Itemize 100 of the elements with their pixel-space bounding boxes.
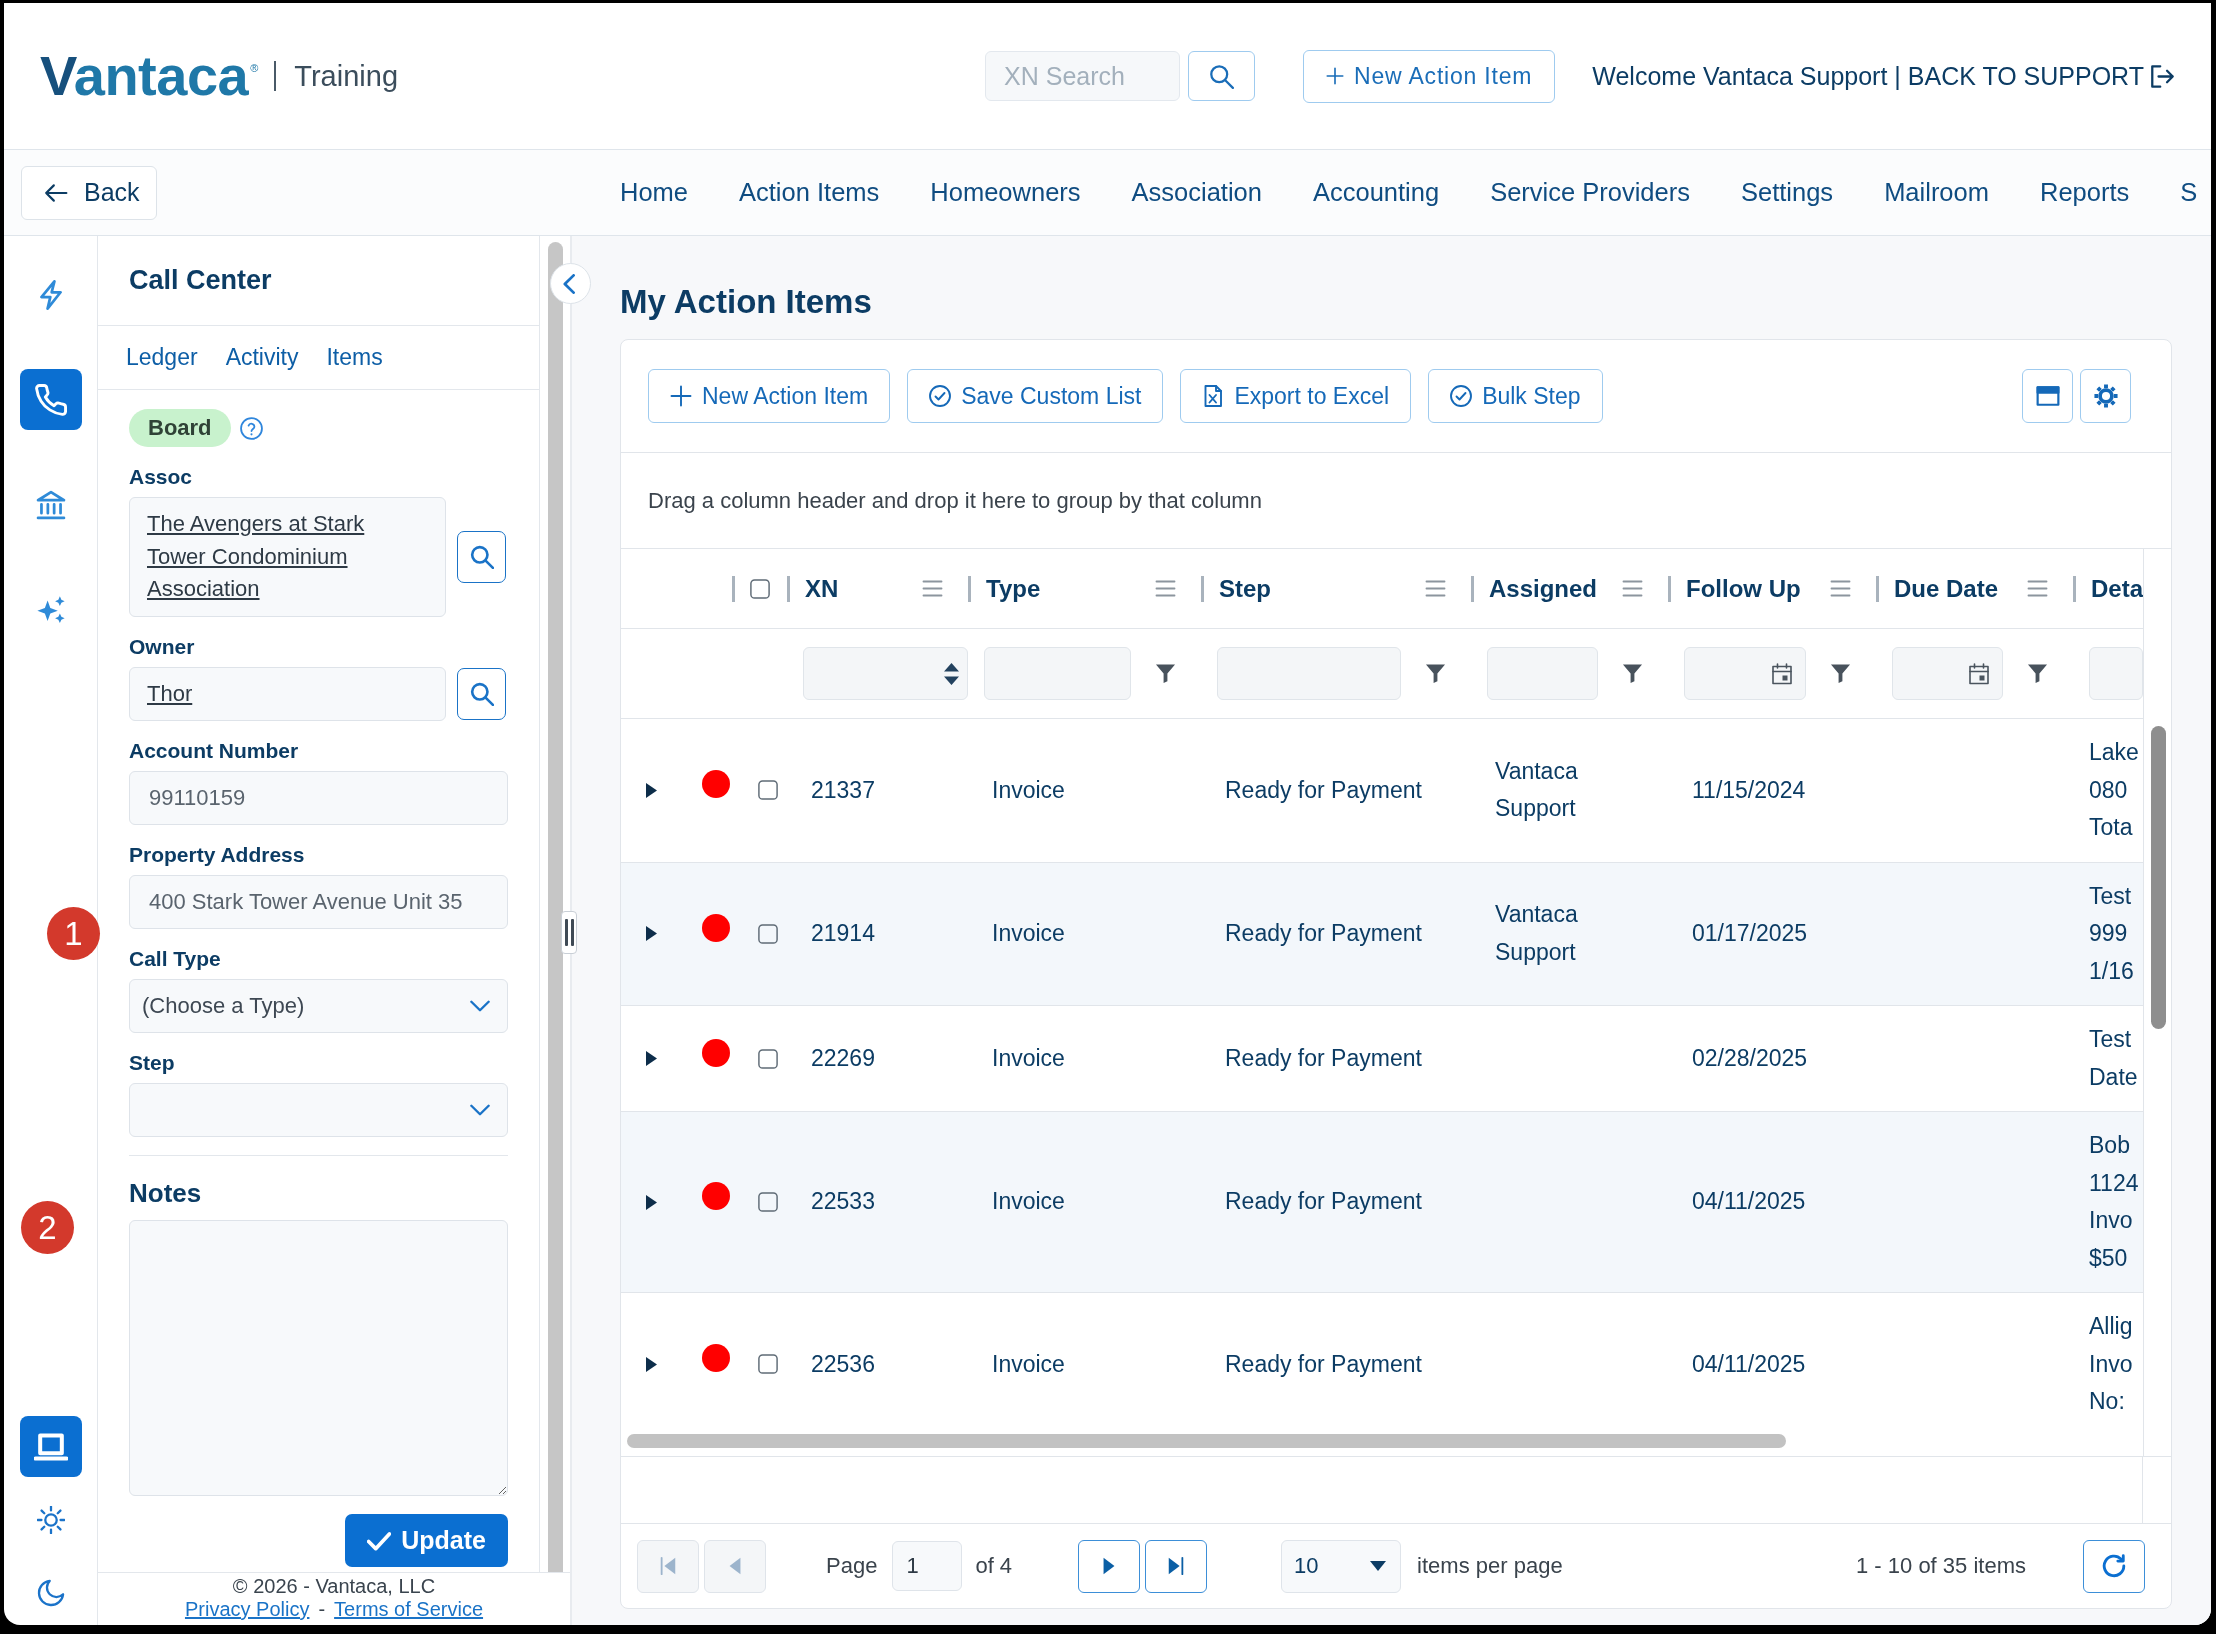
splitter-handle[interactable] [561, 911, 577, 954]
column-header[interactable]: Due Date [1894, 574, 1999, 603]
row-checkbox[interactable] [758, 780, 778, 801]
caret-icon[interactable] [646, 926, 657, 942]
page-size-dropdown[interactable]: 10 [1281, 1539, 1402, 1593]
text-field[interactable]: 400 Stark Tower Avenue Unit 35 [129, 875, 508, 929]
table-cell: 11/15/2024 [1692, 776, 1806, 803]
column-header[interactable]: Deta [2091, 574, 2143, 603]
back-button[interactable]: Back [21, 165, 157, 220]
caret-icon[interactable] [646, 1356, 657, 1372]
moon-icon[interactable] [36, 1578, 65, 1607]
caret-icon[interactable] [646, 1051, 657, 1066]
bank-icon[interactable] [35, 489, 66, 520]
column-menu-icon[interactable] [922, 580, 943, 597]
page-number-field[interactable]: 1 [892, 1541, 963, 1591]
footer-link[interactable]: Privacy Policy [184, 1598, 310, 1621]
filter-icon[interactable] [1155, 663, 1176, 684]
caret-icon[interactable] [646, 1194, 657, 1210]
back-to-support-link[interactable]: BACK TO SUPPORT [1907, 61, 2144, 91]
nav-link[interactable]: Reports [2040, 178, 2130, 207]
horizontal-scrollbar[interactable] [627, 1434, 1786, 1448]
nav-link[interactable]: Service Providers [1490, 178, 1690, 207]
notes-field[interactable] [129, 1220, 508, 1496]
column-menu-icon[interactable] [2027, 580, 2048, 597]
column-header[interactable]: XN [805, 574, 839, 603]
select-all-checkbox[interactable] [750, 578, 770, 599]
column-header[interactable]: Step [1219, 574, 1271, 603]
lookup-field[interactable]: The Avengers at Stark Tower Condominium Association [129, 497, 446, 617]
update-button[interactable]: Update [345, 1514, 508, 1567]
xn-search-field[interactable]: XN Search [985, 51, 1181, 101]
next-page-button[interactable] [1078, 1539, 1141, 1593]
settings-button[interactable] [2080, 369, 2131, 423]
last-page-button[interactable] [1145, 1539, 1208, 1593]
nav-link[interactable]: Accounting [1313, 178, 1440, 207]
column-menu-icon[interactable] [1425, 580, 1446, 597]
page-label: Page [826, 1553, 878, 1579]
filter-field[interactable] [2089, 647, 2143, 700]
column-header[interactable]: Follow Up [1686, 574, 1801, 603]
theme-tab[interactable] [19, 1416, 82, 1477]
date-filter-field[interactable] [1684, 647, 1806, 700]
lookup-field[interactable]: Thor [129, 666, 446, 721]
filter-icon[interactable] [1830, 663, 1851, 684]
dropdown-field[interactable]: (Choose a Type) [129, 979, 508, 1033]
vertical-scrollbar[interactable] [2151, 726, 2166, 1029]
logout-icon[interactable] [2150, 63, 2175, 89]
sparkles-icon[interactable] [35, 594, 66, 625]
nav-link[interactable]: Homeowners [930, 178, 1081, 207]
column-menu-icon[interactable] [1830, 580, 1851, 597]
stepper-arrows-icon[interactable] [944, 662, 959, 685]
panel-tab[interactable]: Ledger [126, 344, 198, 371]
search-button[interactable] [1188, 51, 1256, 101]
filter-icon[interactable] [2027, 663, 2048, 684]
toolbar-button[interactable]: Bulk Step [1428, 369, 1603, 423]
column-header[interactable]: Assigned [1489, 574, 1598, 603]
nav-link[interactable]: S [2180, 178, 2198, 207]
row-checkbox[interactable] [758, 1048, 778, 1069]
number-filter-field[interactable] [803, 647, 968, 700]
toolbar-button[interactable]: Export to Excel [1180, 369, 1412, 423]
table-cell: Ready for Payment [1225, 776, 1422, 803]
help-icon[interactable] [239, 416, 263, 440]
row-checkbox[interactable] [758, 923, 778, 944]
footer-link[interactable]: Terms of Service [334, 1598, 484, 1621]
nav-link[interactable]: Action Items [739, 178, 880, 207]
rail-tab[interactable] [19, 369, 82, 430]
table-cell-text: Test 999 1/16 [2089, 881, 2135, 986]
search-button[interactable] [457, 530, 506, 583]
search-button[interactable] [457, 667, 506, 720]
nav-link[interactable]: Settings [1741, 178, 1834, 207]
filter-field[interactable] [1217, 647, 1401, 700]
calendar-icon[interactable] [1968, 662, 1990, 685]
filter-field[interactable] [1487, 647, 1598, 700]
caret-icon[interactable] [646, 782, 657, 798]
panel-tab[interactable]: Items [326, 344, 383, 371]
text-field[interactable]: 99110159 [129, 771, 508, 825]
row-checkbox[interactable] [758, 1354, 778, 1375]
toolbar-button[interactable]: Save Custom List [907, 369, 1164, 423]
sun-icon[interactable] [36, 1505, 65, 1534]
new-action-item-button[interactable]: New Action Item [1303, 49, 1556, 103]
check-circle-icon [929, 385, 952, 407]
row-checkbox[interactable] [758, 1192, 778, 1212]
table-cell-text: Test Date [2089, 1025, 2139, 1092]
panel-tab[interactable]: Activity [225, 344, 299, 371]
nav-link[interactable]: Mailroom [1884, 178, 1989, 207]
calendar-icon[interactable] [1771, 662, 1793, 685]
panel-scrollbar[interactable] [548, 242, 563, 1572]
layout-button[interactable] [2022, 369, 2073, 423]
filter-field[interactable] [984, 647, 1131, 700]
column-header[interactable]: Type [986, 574, 1041, 603]
nav-link[interactable]: Home [620, 178, 689, 207]
dropdown-field[interactable] [129, 1083, 508, 1137]
toolbar-button[interactable]: New Action Item [648, 369, 891, 423]
column-menu-icon[interactable] [1155, 580, 1176, 597]
column-menu-icon[interactable] [1622, 580, 1643, 597]
filter-icon[interactable] [1425, 663, 1446, 684]
nav-link[interactable]: Association [1131, 178, 1262, 207]
date-filter-field[interactable] [1892, 647, 2003, 700]
refresh-button[interactable] [2083, 1539, 2145, 1593]
search-icon [1209, 63, 1235, 89]
filter-icon[interactable] [1622, 663, 1643, 684]
table-cell: 21914 [811, 920, 875, 946]
